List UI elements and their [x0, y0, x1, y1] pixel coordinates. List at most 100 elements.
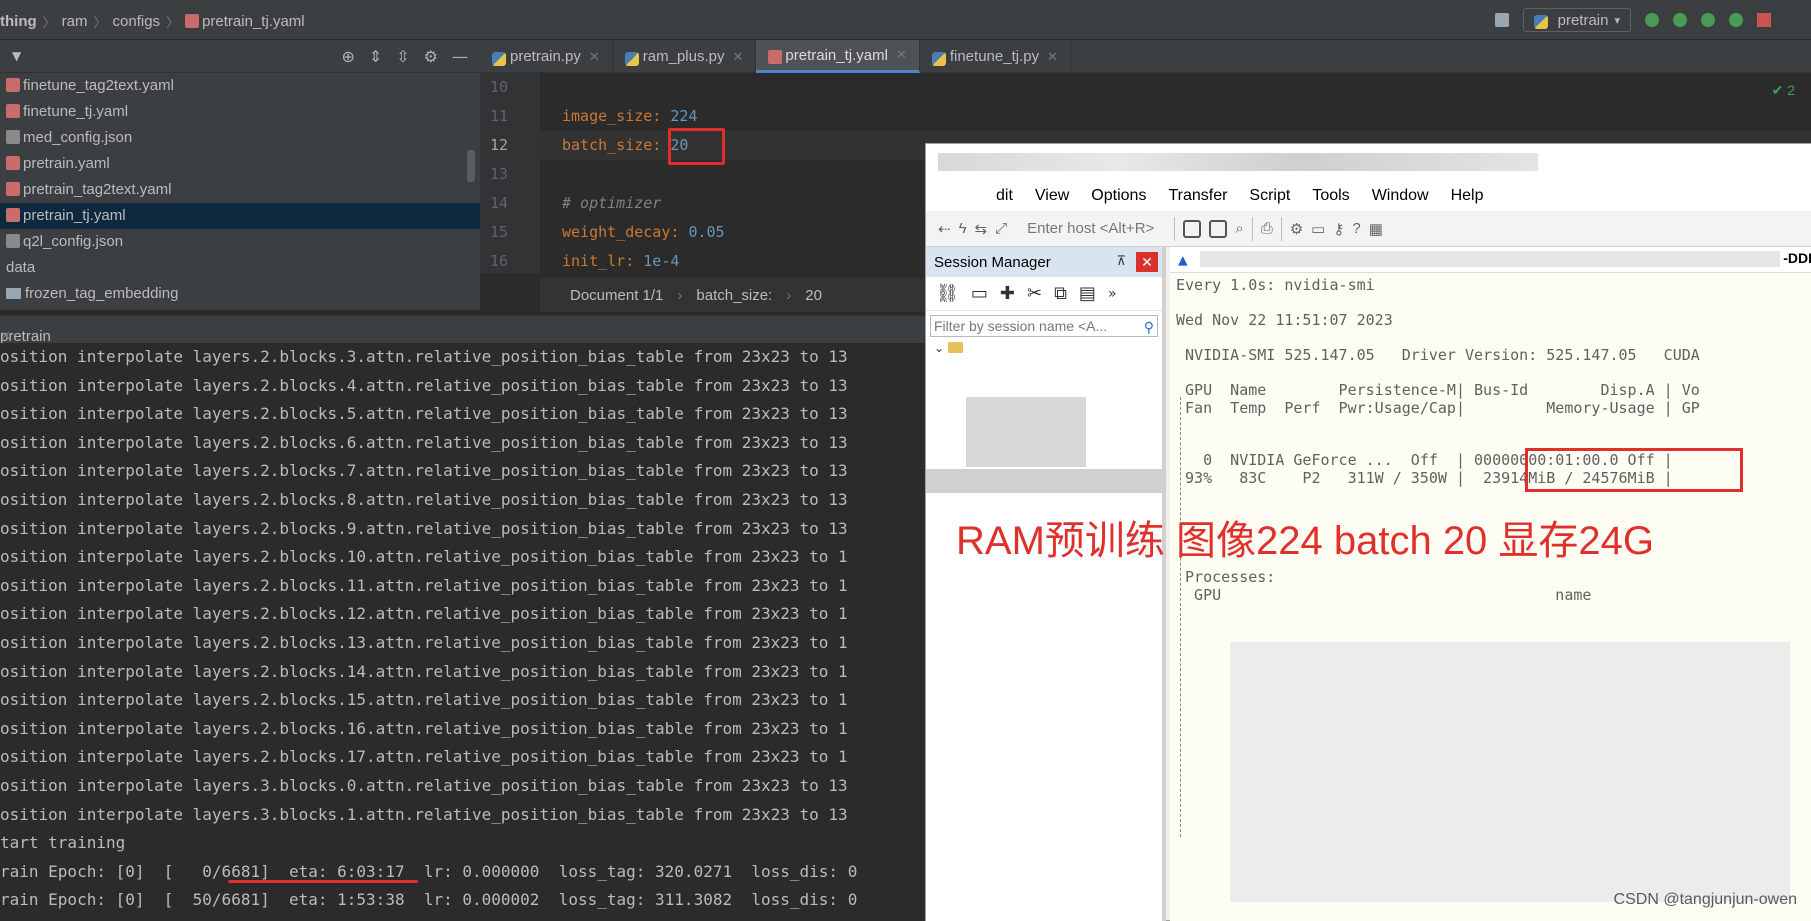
print-icon[interactable]: ⎙ — [1261, 220, 1273, 237]
coverage-icon[interactable] — [1701, 13, 1715, 27]
find-icon[interactable]: ⌕ — [1235, 220, 1243, 237]
chevron-down-icon[interactable]: ▼ — [12, 49, 21, 63]
paste-icon[interactable] — [1209, 219, 1228, 238]
user-icon[interactable] — [1494, 13, 1509, 27]
close-icon[interactable]: ✕ — [896, 47, 907, 63]
terminal-tab[interactable]: ▲ -DDI — [1170, 247, 1811, 273]
ssh-menu-item[interactable]: Help — [1451, 187, 1484, 205]
breadcrumb-separator: 〉 — [93, 14, 107, 30]
project-tree-item[interactable]: q2l_config.json — [0, 229, 480, 255]
editor-breadcrumb-item[interactable]: 20 — [805, 287, 822, 304]
project-tree-item[interactable]: pretrain_tj.yaml — [0, 203, 480, 229]
session-filter-input[interactable]: Filter by session name <A... ⚲ — [930, 315, 1158, 337]
code-line[interactable]: image_size: 224 — [540, 102, 1811, 131]
project-tree-item[interactable]: finetune_tag2text.yaml — [0, 73, 480, 99]
key-icon[interactable]: ⚷ — [1333, 220, 1344, 238]
copy-icon[interactable] — [1183, 219, 1202, 238]
search-icon[interactable]: ⚲ — [1144, 317, 1154, 337]
rerun-icon[interactable] — [1645, 13, 1659, 27]
project-tree-item-label: q2l_config.json — [23, 233, 124, 250]
stop-icon[interactable] — [1757, 13, 1771, 27]
editor-breadcrumb-item[interactable]: batch_size: — [696, 287, 772, 304]
copy-icon[interactable]: ⧉ — [1054, 283, 1067, 304]
reconnect-icon[interactable]: ⇆ — [975, 220, 988, 238]
navigation-bar: thing 〉 ram 〉 configs 〉 pretrain_tj.yaml… — [0, 0, 1811, 40]
locate-icon[interactable]: ⊕ — [341, 47, 354, 66]
editor-tab[interactable]: ram_plus.py ✕ — [613, 40, 757, 73]
editor-tab[interactable]: pretrain_tj.yaml ✕ — [756, 40, 920, 73]
toolbar-divider — [1280, 216, 1282, 241]
host-input[interactable]: Enter host <Alt+R> — [1027, 220, 1154, 237]
terminal-line: Wed Nov 22 11:51:07 2023 — [1176, 311, 1393, 329]
editor-tab[interactable]: pretrain.py ✕ — [480, 40, 613, 73]
run-configuration-select[interactable]: pretrain ▾ — [1522, 8, 1631, 32]
blurred-tab-title — [1200, 251, 1780, 267]
map-icon[interactable]: ▦ — [1369, 220, 1383, 238]
ssh-menu-item[interactable]: Options — [1091, 187, 1146, 205]
ssh-menu-item[interactable]: Window — [1372, 187, 1429, 205]
inspection-status[interactable]: ✔ 2 — [1772, 82, 1795, 99]
close-icon[interactable]: ✕ — [732, 49, 743, 65]
new-window-icon[interactable]: ▭ — [971, 283, 988, 304]
ssh-menu-item[interactable]: Transfer — [1168, 187, 1227, 205]
terminal-line: Every 1.0s: nvidia-smi — [1176, 276, 1375, 294]
breadcrumb-item-file[interactable]: pretrain_tj.yaml — [185, 12, 305, 30]
editor-tab[interactable]: finetune_tj.py ✕ — [920, 40, 1071, 73]
ssh-menu-item[interactable]: Script — [1249, 187, 1290, 205]
line-number-gutter: 10 11 12 13 14 15 16 — [480, 73, 540, 273]
link-icon[interactable]: ⛓ — [936, 283, 959, 304]
breadcrumb: thing 〉 ram 〉 configs 〉 pretrain_tj.yaml — [0, 10, 305, 32]
watermark: CSDN @tangjunjun-owen — [1613, 891, 1797, 908]
editor-breadcrumb-item[interactable]: Document 1/1 — [570, 287, 663, 304]
project-tree-item[interactable]: frozen_tag_embedding — [0, 281, 480, 307]
close-icon[interactable]: ✕ — [1047, 49, 1058, 65]
console-line: osition interpolate layers.2.blocks.16.a… — [0, 718, 848, 738]
close-icon[interactable]: ✕ — [1136, 252, 1158, 272]
sftp-icon[interactable]: ▭ — [1311, 220, 1325, 238]
connect-icon[interactable]: ⇠ — [938, 220, 951, 238]
filter-placeholder: Filter by session name <A... — [934, 318, 1108, 334]
paste-icon[interactable]: ▤ — [1079, 283, 1096, 304]
ssh-menu-item[interactable]: dit — [996, 187, 1013, 205]
expand-all-icon[interactable]: ⇕ — [369, 47, 382, 66]
project-tree-item[interactable]: pretrain.yaml — [0, 151, 480, 177]
run-console[interactable]: osition interpolate layers.2.blocks.3.at… — [0, 343, 925, 921]
code-line[interactable] — [540, 73, 1811, 102]
blurred-session-list — [966, 397, 1086, 467]
breadcrumb-item[interactable]: configs — [113, 13, 161, 30]
console-line: osition interpolate layers.2.blocks.4.at… — [0, 375, 848, 395]
disconnect-icon[interactable]: ⤢ — [995, 220, 1007, 237]
project-tree-item[interactable]: med_config.json — [0, 125, 480, 151]
project-scrollbar[interactable] — [467, 150, 475, 182]
project-tree-item[interactable]: pretrain_tag2text.yaml — [0, 177, 480, 203]
hide-icon[interactable]: — — [452, 47, 468, 66]
ssh-menu-item[interactable]: View — [1035, 187, 1069, 205]
editor-tab-label: finetune_tj.py — [949, 48, 1040, 65]
pin-icon[interactable]: ⊼ — [1116, 253, 1126, 269]
cut-icon[interactable]: ✂ — [1027, 283, 1042, 304]
ssh-menu-item[interactable]: Tools — [1312, 187, 1349, 205]
add-icon[interactable]: ✚ — [1000, 283, 1015, 304]
blurred-session-selected[interactable] — [926, 469, 1166, 493]
yaml-file-icon — [768, 50, 783, 64]
breadcrumb-item[interactable]: ram — [62, 13, 88, 30]
help-icon[interactable]: ? — [1352, 220, 1360, 237]
project-tree-item-label: finetune_tj.yaml — [23, 103, 129, 120]
session-tree-root[interactable]: ⌄ — [926, 341, 1162, 355]
close-icon[interactable]: ✕ — [589, 49, 600, 65]
close-icon[interactable]: ✕ — [0, 328, 11, 344]
gear-icon[interactable]: ⚙ — [424, 47, 438, 66]
debug-icon[interactable] — [1673, 13, 1687, 27]
project-tree-item[interactable]: data — [0, 255, 480, 281]
gear-icon[interactable]: ⚙ — [1290, 220, 1303, 238]
collapse-all-icon[interactable]: ⇳ — [396, 47, 409, 66]
processes-header: GPU name — [1176, 585, 1592, 604]
terminal-frame-line — [1180, 397, 1181, 837]
profile-icon[interactable] — [1729, 13, 1743, 27]
more-icon[interactable]: » — [1108, 286, 1117, 302]
lightning-icon[interactable]: ϟ — [959, 220, 967, 237]
project-tree-item[interactable]: finetune_tj.yaml — [0, 99, 480, 125]
breadcrumb-item[interactable]: thing — [0, 13, 37, 30]
line-number: 12 — [490, 136, 509, 154]
terminal-view[interactable]: ▲ -DDI Every 1.0s: nvidia-smi Wed Nov 22 … — [1170, 247, 1811, 921]
